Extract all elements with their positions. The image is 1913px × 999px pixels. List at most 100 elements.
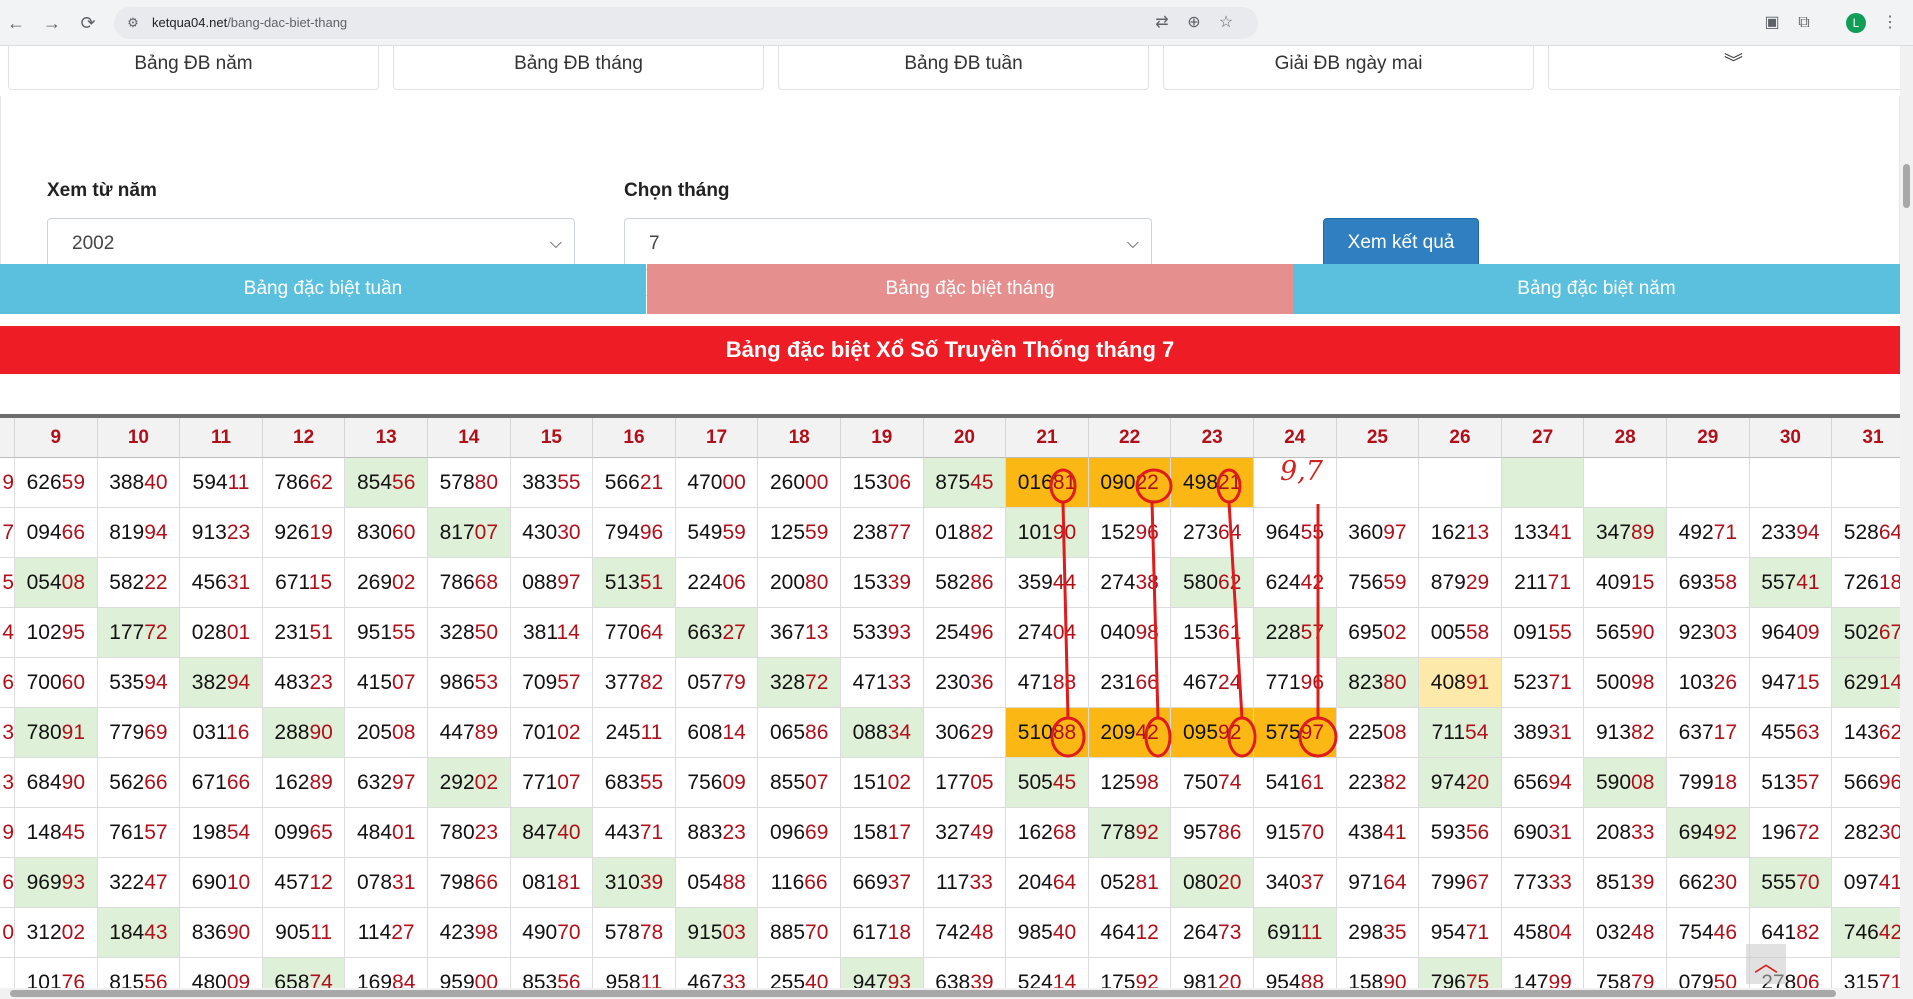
table-cell: 36713 bbox=[758, 608, 841, 658]
chevron-down-icon: ⌵ bbox=[549, 235, 562, 252]
table-cell: 05779 bbox=[675, 658, 759, 708]
table-cell: 09741 bbox=[1832, 858, 1900, 908]
month-select[interactable]: 7 ⌵ bbox=[624, 218, 1152, 270]
expand-more-button[interactable]: ︾ bbox=[1548, 46, 1900, 90]
table-cell: 45712 bbox=[262, 858, 346, 908]
table-cell: 96455 bbox=[1254, 508, 1337, 558]
table-cell: 78091 bbox=[15, 708, 98, 758]
table-cell: 49821 bbox=[1171, 458, 1254, 508]
table-cell: 52371 bbox=[1501, 658, 1585, 708]
table-cell: 78662 bbox=[262, 458, 346, 508]
translate-icon[interactable]: ⇄ bbox=[1150, 11, 1174, 35]
table-cell: 09965 bbox=[262, 808, 346, 858]
table-cell bbox=[1832, 458, 1900, 508]
tab-db-ngay-mai[interactable]: Giải ĐB ngày mai bbox=[1163, 46, 1534, 90]
table-cell: 34789 bbox=[1584, 508, 1667, 558]
horizontal-scrollbar[interactable] bbox=[0, 988, 1900, 999]
table-cell: 70957 bbox=[510, 658, 594, 708]
year-select[interactable]: 2002 ⌵ bbox=[47, 218, 575, 270]
table-cell: 77892 bbox=[1088, 808, 1172, 858]
menu-kebab-icon[interactable]: ⋮ bbox=[1878, 11, 1902, 35]
table-cell: 19672 bbox=[1749, 808, 1833, 858]
column-header-day-30: 30 bbox=[1749, 418, 1833, 458]
table-cell: 14362 bbox=[1832, 708, 1900, 758]
table-cell: 95786 bbox=[1171, 808, 1254, 858]
table-cell-partial: 9 bbox=[0, 458, 15, 508]
table-cell: 95155 bbox=[345, 608, 428, 658]
forward-icon[interactable]: → bbox=[40, 11, 64, 35]
table-cell: 74248 bbox=[923, 908, 1007, 958]
table-cell: 08897 bbox=[510, 558, 594, 608]
table-cell: 01681 bbox=[1006, 458, 1089, 508]
chevron-up-icon: ︿ bbox=[1754, 950, 1778, 977]
column-header-day-19: 19 bbox=[841, 418, 924, 458]
table-cell: 83060 bbox=[345, 508, 428, 558]
extension-icon[interactable]: ▣ bbox=[1760, 11, 1784, 35]
extensions-puzzle-icon[interactable]: ⧉ bbox=[1792, 11, 1816, 35]
table-cell: 85456 bbox=[345, 458, 428, 508]
table-cell bbox=[1501, 458, 1585, 508]
table-cell bbox=[1749, 458, 1833, 508]
vertical-scrollbar[interactable] bbox=[1900, 46, 1913, 999]
table-cell: 11427 bbox=[345, 908, 428, 958]
table-cell: 14845 bbox=[15, 808, 98, 858]
table-cell: 09466 bbox=[15, 508, 98, 558]
column-header-partial bbox=[0, 418, 15, 458]
table-cell: 36097 bbox=[1336, 508, 1420, 558]
table-cell: 69358 bbox=[1667, 558, 1750, 608]
table-cell: 77196 bbox=[1254, 658, 1337, 708]
column-header-day-27: 27 bbox=[1501, 418, 1585, 458]
table-cell: 85507 bbox=[758, 758, 841, 808]
bookmark-star-icon[interactable]: ☆ bbox=[1214, 11, 1238, 35]
back-to-top-button[interactable]: ︿ bbox=[1746, 944, 1786, 984]
zoom-icon[interactable]: ⊕ bbox=[1182, 11, 1206, 35]
table-cell: 13341 bbox=[1501, 508, 1585, 558]
site-info-icon[interactable]: ⚙ bbox=[124, 14, 142, 32]
tab-month-table[interactable]: Bảng đặc biệt tháng bbox=[647, 264, 1293, 314]
column-header-day-10: 10 bbox=[97, 418, 181, 458]
table-cell: 63297 bbox=[345, 758, 428, 808]
table-cell: 12559 bbox=[758, 508, 841, 558]
table-cell: 57597 bbox=[1254, 708, 1337, 758]
table-cell: 15339 bbox=[841, 558, 924, 608]
table-cell: 31039 bbox=[593, 858, 676, 908]
table-cell: 45563 bbox=[1749, 708, 1833, 758]
scrollbar-thumb[interactable] bbox=[10, 990, 1836, 997]
address-bar[interactable]: ⚙ ketqua04.net/bang-dac-biet-thang ⇄ ⊕ ☆ bbox=[114, 7, 1258, 39]
view-results-button[interactable]: Xem kết quả bbox=[1323, 218, 1479, 268]
tab-db-thang[interactable]: Bảng ĐB tháng bbox=[393, 46, 764, 90]
table-cell: 82380 bbox=[1336, 658, 1420, 708]
reload-icon[interactable]: ⟳ bbox=[76, 11, 100, 35]
tab-year-table[interactable]: Bảng đặc biệt năm bbox=[1293, 264, 1900, 314]
month-value: 7 bbox=[649, 233, 660, 254]
table-cell: 77333 bbox=[1501, 858, 1585, 908]
table-cell: 58286 bbox=[923, 558, 1007, 608]
scrollbar-thumb[interactable] bbox=[1903, 164, 1910, 208]
table-cell-partial: 5 bbox=[0, 558, 15, 608]
table-cell: 57878 bbox=[593, 908, 676, 958]
table-cell: 75446 bbox=[1667, 908, 1750, 958]
table-cell: 40891 bbox=[1419, 658, 1502, 708]
browser-toolbar: ← → ⟳ ⚙ ketqua04.net/bang-dac-biet-thang… bbox=[0, 0, 1913, 46]
table-cell: 46724 bbox=[1171, 658, 1254, 708]
quick-nav: Bảng ĐB năm Bảng ĐB tháng Bảng ĐB tuần G… bbox=[8, 46, 1900, 92]
table-cell: 91503 bbox=[675, 908, 759, 958]
table-cell: 22508 bbox=[1336, 708, 1420, 758]
tab-db-tuan[interactable]: Bảng ĐB tuần bbox=[778, 46, 1149, 90]
table-cell: 32247 bbox=[97, 858, 181, 908]
table-cell: 08181 bbox=[510, 858, 594, 908]
table-cell: 41507 bbox=[345, 658, 428, 708]
tab-db-nam[interactable]: Bảng ĐB năm bbox=[8, 46, 379, 90]
table-cell: 42398 bbox=[428, 908, 511, 958]
table-cell: 79967 bbox=[1419, 858, 1502, 908]
column-header-day-20: 20 bbox=[923, 418, 1007, 458]
back-icon[interactable]: ← bbox=[4, 11, 28, 35]
tab-week-table[interactable]: Bảng đặc biệt tuần bbox=[0, 264, 646, 314]
table-cell: 43841 bbox=[1336, 808, 1420, 858]
table-cell-partial: 4 bbox=[0, 608, 15, 658]
table-cell: 87929 bbox=[1419, 558, 1502, 608]
column-header-day-14: 14 bbox=[428, 418, 511, 458]
view-tabs: Bảng đặc biệt tuần Bảng đặc biệt tháng B… bbox=[0, 264, 1900, 314]
table-cell: 98653 bbox=[428, 658, 511, 708]
profile-avatar[interactable]: L bbox=[1846, 13, 1866, 33]
